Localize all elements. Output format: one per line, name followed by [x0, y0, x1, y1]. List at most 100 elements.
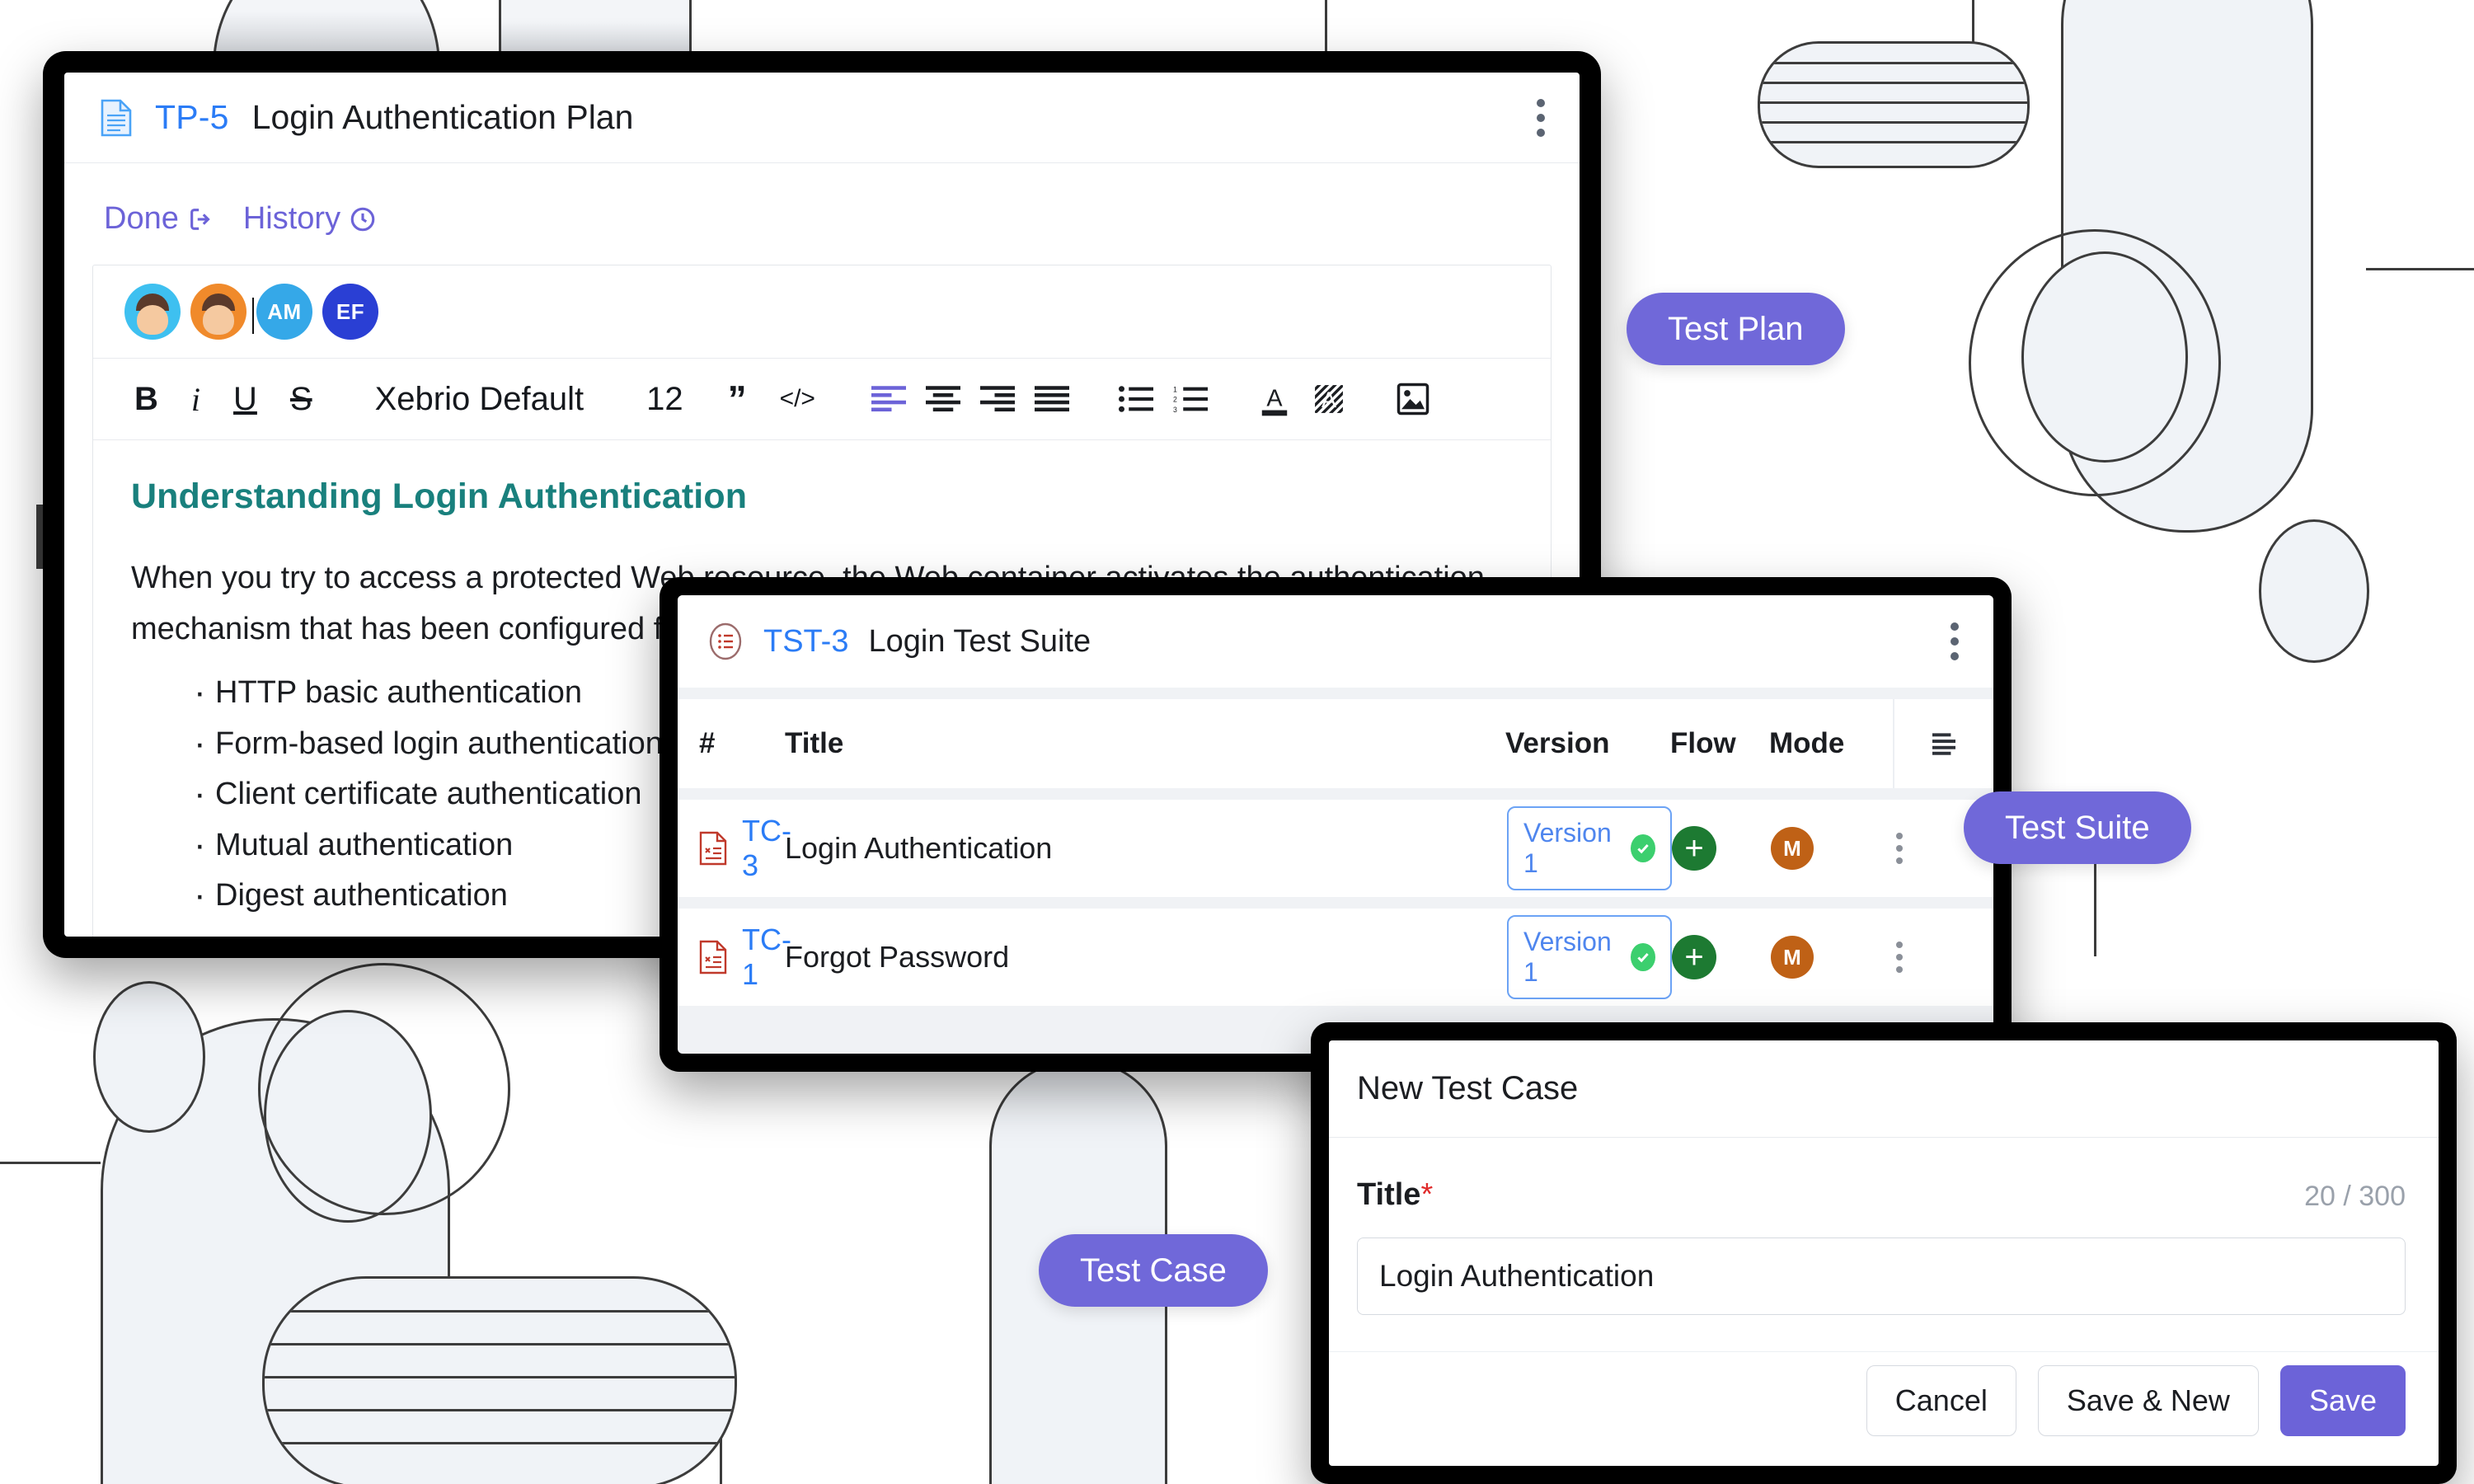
deco-tick-1 — [36, 505, 43, 569]
deco-line-right-mid — [2366, 268, 2474, 270]
test-case-title: Login Authentication — [785, 831, 1053, 865]
list-settings-icon[interactable] — [1894, 699, 1993, 788]
align-right-icon[interactable] — [970, 375, 1025, 423]
done-action[interactable]: Done — [104, 201, 215, 237]
version-label: Version 1 — [1523, 927, 1612, 987]
test-case-title: Forgot Password — [785, 940, 1010, 974]
check-circle-icon — [1631, 834, 1655, 862]
save-and-new-button[interactable]: Save & New — [2037, 1365, 2259, 1436]
deco-line-bottom-left — [196, 1369, 199, 1484]
avatar[interactable] — [190, 284, 246, 340]
document-heading: Understanding Login Authentication — [131, 477, 748, 516]
underline-icon[interactable]: U — [217, 375, 274, 423]
strikethrough-icon[interactable]: S — [274, 375, 329, 423]
highlight-color-icon[interactable]: A — [1302, 375, 1356, 423]
deco-oval-right — [2259, 519, 2369, 663]
deco-lined-capsule-bottom-left — [262, 1276, 737, 1484]
character-counter: 20 / 300 — [2304, 1181, 2406, 1212]
exit-arrow-icon — [190, 208, 210, 230]
clock-icon — [350, 207, 375, 231]
align-left-icon[interactable] — [861, 375, 916, 423]
plus-circle-icon[interactable]: + — [1672, 826, 1716, 871]
kebab-menu-icon[interactable] — [1894, 942, 1904, 973]
italic-icon[interactable]: i — [175, 375, 217, 423]
column-header-title[interactable]: Title — [785, 699, 1505, 788]
test-suite-title: Login Test Suite — [868, 623, 1091, 659]
text-color-icon[interactable]: A — [1247, 375, 1302, 423]
history-action[interactable]: History — [243, 201, 377, 237]
text-caret — [252, 298, 254, 334]
svg-text:A: A — [1322, 387, 1336, 412]
test-plan-title: Login Authentication Plan — [251, 98, 634, 136]
plus-circle-icon[interactable]: + — [1672, 935, 1716, 979]
kebab-menu-icon[interactable] — [1894, 833, 1904, 864]
table-row[interactable]: TC-1 Forgot Password Version 1 + M — [678, 909, 1993, 1006]
cancel-button[interactable]: Cancel — [1866, 1365, 2016, 1436]
svg-text:A: A — [1266, 385, 1283, 411]
bold-icon[interactable]: B — [118, 375, 175, 423]
version-badge[interactable]: Version 1 — [1507, 915, 1672, 999]
font-size-select[interactable]: 12 — [630, 375, 700, 423]
test-suite-screen: TST-3 Login Test Suite # Title Version F… — [678, 595, 1993, 1054]
insert-image-icon[interactable] — [1386, 375, 1440, 423]
test-suite-window: TST-3 Login Test Suite # Title Version F… — [660, 577, 2012, 1072]
version-badge[interactable]: Version 1 — [1507, 806, 1672, 890]
title-input[interactable] — [1357, 1237, 2406, 1315]
avatar-initials[interactable]: AM — [256, 284, 312, 340]
deco-lined-capsule-top — [1758, 41, 2030, 168]
new-test-case-window: New Test Case Title* 20 / 300 Cancel Sav… — [1311, 1022, 2457, 1484]
column-header-mode[interactable]: Mode — [1769, 699, 1893, 788]
test-suite-key[interactable]: TST-3 — [763, 624, 848, 660]
formatting-toolbar: B i U S Xebrio Default 12 ” </> 1 2 3 A … — [93, 359, 1551, 440]
code-block-icon[interactable]: </> — [763, 375, 832, 423]
badge-test-plan: Test Plan — [1627, 293, 1845, 365]
table-row[interactable]: TC-3 Login Authentication Version 1 + M — [678, 800, 1993, 897]
document-icon — [101, 99, 132, 137]
deco-line-right-upper — [2285, 0, 2288, 247]
column-header-flow[interactable]: Flow — [1670, 699, 1769, 788]
mode-badge[interactable]: M — [1771, 936, 1814, 979]
avatar-head — [203, 305, 234, 335]
deco-ring-right-outer — [1969, 229, 2221, 496]
dialog-heading: New Test Case — [1329, 1040, 2439, 1138]
bullet-list-icon[interactable] — [1109, 375, 1163, 423]
kebab-menu-icon[interactable] — [1949, 622, 1960, 660]
title-label-row: Title* 20 / 300 — [1357, 1177, 2406, 1213]
column-header-number[interactable]: # — [678, 699, 785, 788]
align-center-icon[interactable] — [916, 375, 970, 423]
test-plan-actions: Done History — [64, 163, 1580, 265]
deco-line-left-mid — [0, 1162, 101, 1164]
column-header-version[interactable]: Version — [1505, 699, 1670, 788]
dialog-footer: Cancel Save & New Save — [1329, 1351, 2439, 1449]
version-label: Version 1 — [1523, 818, 1612, 878]
svg-text:1: 1 — [1173, 386, 1177, 393]
blockquote-icon[interactable]: ” — [711, 375, 763, 423]
history-label: History — [242, 201, 341, 236]
test-case-table-header: # Title Version Flow Mode — [678, 699, 1993, 788]
avatar-initials[interactable]: EF — [322, 284, 378, 340]
deco-ring-bottom-outer — [258, 963, 510, 1215]
deco-oval-bottom-left — [93, 981, 205, 1133]
align-justify-icon[interactable] — [1025, 375, 1079, 423]
numbered-list-icon[interactable]: 1 2 3 — [1163, 375, 1218, 423]
font-family-select[interactable]: Xebrio Default — [359, 375, 600, 423]
test-case-key[interactable]: TC-1 — [742, 923, 791, 992]
mode-badge[interactable]: M — [1771, 827, 1814, 870]
test-plan-header: TP-5 Login Authentication Plan — [64, 73, 1580, 163]
kebab-menu-icon[interactable] — [1535, 98, 1547, 137]
check-circle-icon — [1631, 943, 1655, 971]
dialog-body: Title* 20 / 300 — [1329, 1138, 2439, 1315]
svg-text:2: 2 — [1173, 396, 1177, 404]
test-case-icon — [699, 940, 727, 974]
test-case-key[interactable]: TC-3 — [742, 814, 791, 883]
test-plan-key[interactable]: TP-5 — [155, 98, 229, 137]
title-label-text: Title — [1357, 1177, 1421, 1212]
done-label: Done — [104, 201, 179, 236]
illustration-stage: TP-5 Login Authentication Plan Done Hist… — [0, 0, 2474, 1484]
new-test-case-screen: New Test Case Title* 20 / 300 Cancel Sav… — [1329, 1040, 2439, 1466]
list-circle-icon — [706, 622, 745, 661]
title-label: Title* — [1357, 1177, 1433, 1213]
collaborator-avatars: AM EF — [93, 265, 1551, 359]
avatar[interactable] — [124, 284, 181, 340]
save-button[interactable]: Save — [2279, 1365, 2406, 1436]
